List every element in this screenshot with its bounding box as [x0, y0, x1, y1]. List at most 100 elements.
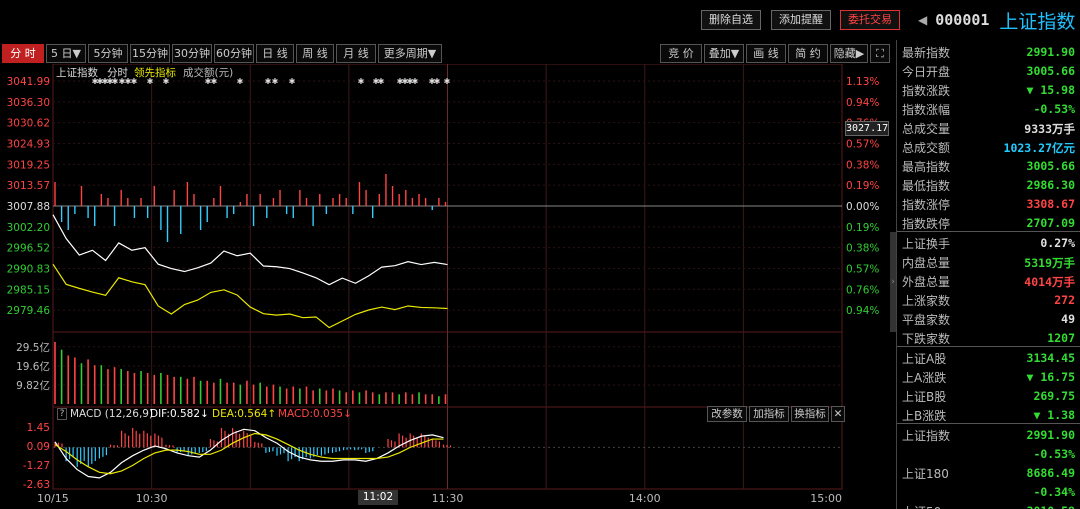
quote-value: 1023.27亿元	[1003, 141, 1075, 155]
y-tick-label: 3041.99	[7, 76, 50, 88]
quote-row: 上涨家数 272	[897, 290, 1080, 309]
macd-dea: DEA:0.564↑	[212, 408, 277, 420]
quote-separator	[897, 423, 1080, 424]
quote-label: 指数涨停	[902, 198, 951, 212]
quote-value: 9333万手	[1024, 122, 1075, 136]
trade-marker: ✱	[444, 77, 451, 86]
tab-more-periods[interactable]: 更多周期▼	[378, 44, 442, 63]
y-tick-label: 2979.46	[7, 305, 51, 317]
quote-row: 最高指数 3005.66	[897, 156, 1080, 175]
prev-stock-icon[interactable]: ◀	[918, 13, 927, 27]
quote-label: 指数涨跌	[902, 84, 951, 98]
quote-value: 5319万手	[1024, 256, 1075, 270]
macd-tick-label: 0.09	[27, 441, 50, 453]
volume-tick-label: 29.5亿	[16, 341, 50, 354]
tab-30min[interactable]: 30分钟	[172, 44, 212, 63]
quote-label: 上证50	[902, 503, 941, 509]
tool-simple[interactable]: 简 约	[788, 44, 828, 63]
current-price-tag: 3027.17	[845, 121, 889, 136]
quote-value: 3005.66	[1026, 64, 1075, 78]
close-indicator-icon[interactable]: ✕	[831, 406, 845, 422]
macd-tick-label: 1.45	[27, 422, 50, 434]
quote-value: 3010.59	[1027, 504, 1075, 509]
quote-row: 指数涨跌 ▼ 15.98	[897, 80, 1080, 99]
tab-15min[interactable]: 15分钟	[130, 44, 170, 63]
y-tick-label-right: 0.38%	[846, 243, 879, 255]
quote-label: 上证A股	[902, 352, 947, 366]
macd-line-DIF	[54, 428, 444, 479]
quote-row: 上证50 3010.59	[897, 501, 1080, 509]
trade-marker: ✱	[434, 77, 441, 86]
quote-row: 总成交额 1023.27亿元	[897, 137, 1080, 156]
chart-caption-leading: 领先指标	[134, 67, 176, 79]
trade-marker: ✱	[237, 77, 244, 86]
quote-label: 上B涨跌	[902, 409, 947, 423]
quote-label: 今日开盘	[902, 65, 951, 79]
tab-60min[interactable]: 60分钟	[214, 44, 254, 63]
quote-label: 上证指数	[902, 429, 951, 443]
stock-name: 上证指数	[999, 10, 1076, 33]
trade-marker: ✱	[265, 77, 272, 86]
quote-label: 指数跌停	[902, 217, 951, 231]
quote-value: -0.53%	[1033, 447, 1075, 461]
cursor-time-tag: 11:02	[358, 490, 398, 505]
expand-icon[interactable]: ⛶	[870, 44, 890, 63]
tab-weekly[interactable]: 周 线	[296, 44, 334, 63]
swap-indicator-button[interactable]: 换指标	[791, 406, 829, 422]
quote-value: 1207	[1047, 331, 1075, 345]
quote-row: 指数涨幅 -0.53%	[897, 99, 1080, 118]
add-indicator-button[interactable]: 加指标	[749, 406, 789, 422]
quote-row: 最新指数 2991.90	[897, 42, 1080, 61]
x-tick-label: 10:30	[136, 492, 168, 505]
y-tick-label-right: 0.94%	[846, 97, 879, 109]
trade-marker: ✱	[412, 77, 419, 86]
macd-name: MACD (12,26,9)	[70, 408, 154, 420]
tool-auction[interactable]: 竞 价	[660, 44, 702, 63]
quote-value: 4014万手	[1024, 275, 1075, 289]
quote-row: 上证180 8686.49	[897, 463, 1080, 482]
quote-value: 272	[1054, 293, 1075, 307]
macd-tick-label: -1.27	[23, 460, 50, 472]
tool-hide[interactable]: 隐藏▶	[830, 44, 868, 63]
quote-row: -0.53%	[897, 444, 1080, 463]
add-alert-button[interactable]: 添加提醒	[771, 10, 831, 30]
quote-row: -0.34%	[897, 482, 1080, 501]
change-params-button[interactable]: 改参数	[707, 406, 747, 422]
quote-value: 8686.49	[1026, 466, 1075, 480]
quote-label: 上涨家数	[902, 294, 951, 308]
delete-watchlist-button[interactable]: 删除自选	[701, 10, 761, 30]
y-tick-label: 3024.93	[7, 139, 50, 151]
quote-row: 下跌家数 1207	[897, 328, 1080, 347]
quote-row: 今日开盘 3005.66	[897, 61, 1080, 80]
quote-value: 269.75	[1033, 389, 1075, 403]
quote-label: 最低指数	[902, 179, 951, 193]
tool-draw[interactable]: 画 线	[746, 44, 786, 63]
quote-label: 最高指数	[902, 160, 951, 174]
quote-label: 平盘家数	[902, 313, 951, 327]
y-tick-label: 3019.25	[7, 159, 50, 171]
tab-daily[interactable]: 日 线	[256, 44, 294, 63]
macd-line-DEA	[54, 432, 444, 475]
quote-row: 上证A股 3134.45	[897, 348, 1080, 367]
quote-separator	[897, 231, 1080, 232]
quote-row: 上证指数 2991.90	[897, 425, 1080, 444]
tool-overlay[interactable]: 叠加▼	[704, 44, 744, 63]
trade-button[interactable]: 委托交易	[840, 10, 900, 30]
y-tick-label: 3013.57	[7, 180, 50, 192]
tab-intraday[interactable]: 分 时	[2, 44, 44, 63]
y-tick-label-right: 0.38%	[846, 159, 879, 171]
chart-caption-volume: 成交额(元)	[183, 67, 234, 79]
quote-value: 2991.90	[1026, 45, 1075, 59]
quote-panel: 最新指数 2991.90 今日开盘 3005.66 指数涨跌 ▼ 15.98 指数涨幅 -0.…	[896, 40, 1080, 509]
y-tick-label: 3007.88	[7, 201, 50, 213]
macd-help-icon[interactable]: ?	[57, 408, 67, 420]
macd-value: MACD:0.035↓	[278, 408, 352, 420]
trade-marker: ✱	[272, 77, 279, 86]
tab-5min[interactable]: 5分钟	[88, 44, 128, 63]
tab-5day[interactable]: 5 日▼	[46, 44, 86, 63]
tab-monthly[interactable]: 月 线	[336, 44, 376, 63]
stock-code: 000001	[935, 11, 990, 29]
quote-value: ▼ 15.98	[1026, 83, 1075, 97]
quote-label: 内盘总量	[902, 256, 951, 270]
quote-value: 2991.90	[1026, 428, 1075, 442]
